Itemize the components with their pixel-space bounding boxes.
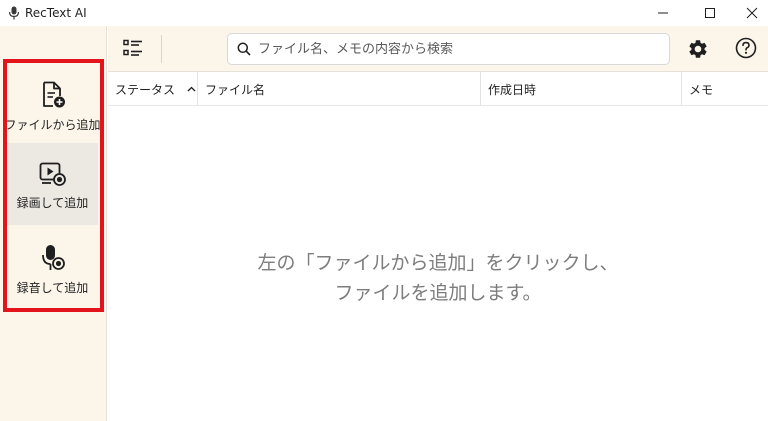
- sidebar: ファイルから追加 録画して追加 録音して追加: [0, 26, 107, 421]
- table-header: ステータス ファイル名 作成日時 メモ: [108, 72, 768, 106]
- list-view-icon[interactable]: [123, 39, 143, 57]
- window-title: RecText AI: [25, 6, 87, 20]
- mic-record-icon: [41, 245, 65, 270]
- empty-state-message: 左の「ファイルから追加」をクリックし、 ファイルを追加します。: [108, 248, 768, 308]
- close-icon: [746, 7, 758, 19]
- sidebar-item-label: 録画して追加: [16, 196, 89, 210]
- add-by-recording-video-button[interactable]: 録画して追加: [7, 143, 98, 225]
- app-mic-icon: [8, 6, 20, 20]
- empty-state-line: 左の「ファイルから追加」をクリックし、: [257, 252, 619, 274]
- file-add-icon: [42, 81, 65, 108]
- maximize-icon: [705, 8, 715, 18]
- maximize-button[interactable]: [688, 0, 732, 26]
- toolbar: [108, 26, 768, 72]
- column-header-memo[interactable]: メモ: [682, 72, 768, 106]
- title-bar: RecText AI: [0, 0, 768, 26]
- sort-ascending-icon: [187, 86, 196, 92]
- column-header-status[interactable]: ステータス: [108, 72, 198, 106]
- help-icon[interactable]: [735, 37, 757, 59]
- column-label: ステータス: [115, 82, 176, 97]
- column-header-filename[interactable]: ファイル名: [198, 72, 481, 106]
- toolbar-divider: [161, 35, 162, 63]
- column-label: メモ: [689, 82, 714, 97]
- column-label: ファイル名: [205, 82, 266, 97]
- add-by-recording-audio-button[interactable]: 録音して追加: [7, 226, 98, 308]
- minimize-button[interactable]: [641, 0, 685, 26]
- sidebar-item-label: 録音して追加: [16, 281, 89, 295]
- empty-state-line: ファイルを追加します。: [334, 282, 542, 304]
- search-input[interactable]: [258, 41, 658, 57]
- video-record-icon: [39, 162, 66, 186]
- main-panel: ステータス ファイル名 作成日時 メモ 左の「ファイルから追加」をクリックし、 …: [108, 26, 768, 421]
- add-from-file-button[interactable]: ファイルから追加: [4, 63, 101, 145]
- minimize-icon: [658, 12, 668, 14]
- column-header-created[interactable]: 作成日時: [481, 72, 682, 106]
- column-label: 作成日時: [488, 82, 537, 97]
- search-box[interactable]: [227, 33, 670, 65]
- gear-icon[interactable]: [687, 38, 709, 60]
- search-icon: [237, 42, 251, 56]
- close-button[interactable]: [730, 0, 768, 26]
- sidebar-item-label: ファイルから追加: [4, 118, 101, 132]
